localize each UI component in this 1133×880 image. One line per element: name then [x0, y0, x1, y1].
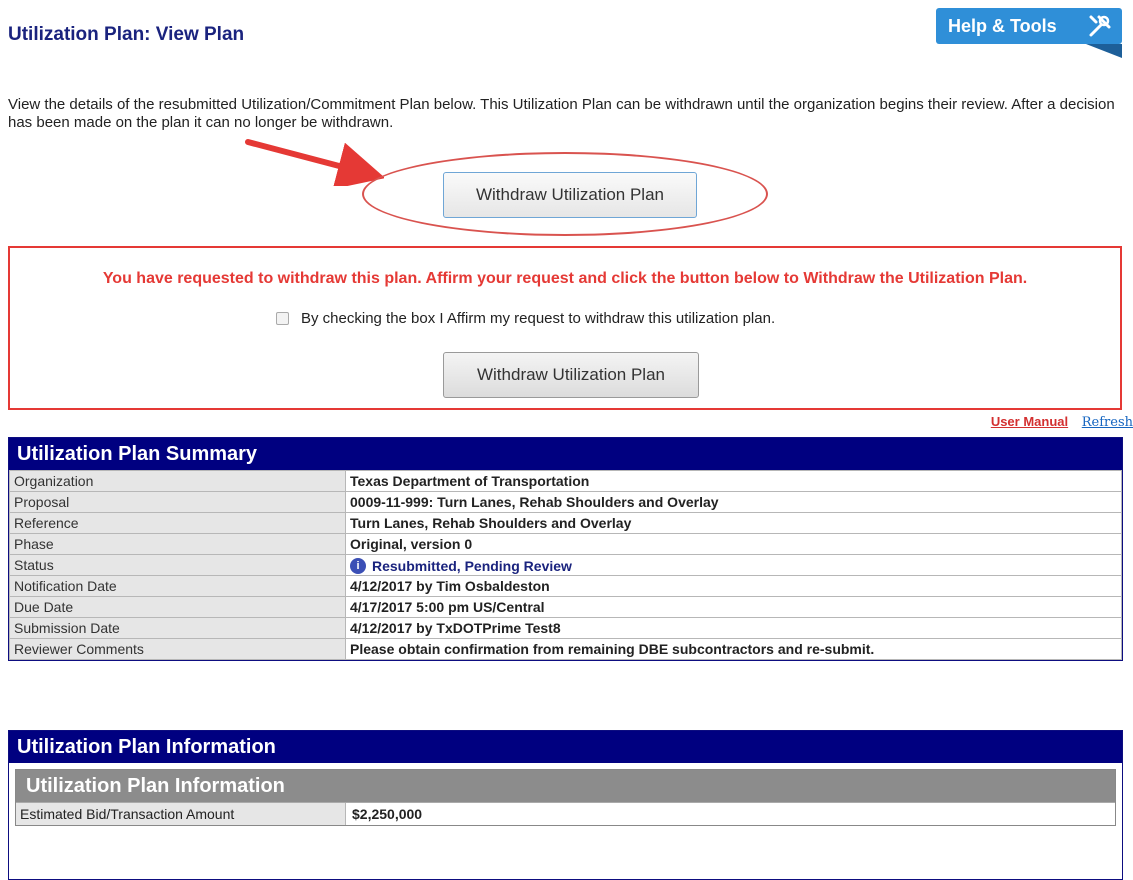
- summary-label: Status: [9, 554, 346, 576]
- summary-label: Organization: [9, 470, 346, 492]
- summary-panel: Utilization Plan Summary Organization Te…: [8, 437, 1123, 661]
- information-sub-panel: Utilization Plan Information Estimated B…: [15, 769, 1116, 826]
- summary-label: Due Date: [9, 596, 346, 618]
- summary-value: Turn Lanes, Rehab Shoulders and Overlay: [345, 512, 1122, 534]
- summary-value: 4/12/2017 by TxDOTPrime Test8: [345, 617, 1122, 639]
- table-row: Notification Date 4/12/2017 by Tim Osbal…: [9, 575, 1122, 597]
- confirm-message: You have requested to withdraw this plan…: [102, 270, 1028, 287]
- summary-label: Phase: [9, 533, 346, 555]
- table-row: Proposal 0009-11-999: Turn Lanes, Rehab …: [9, 491, 1122, 513]
- intro-text: View the details of the resubmitted Util…: [8, 96, 1115, 131]
- table-row: Reference Turn Lanes, Rehab Shoulders an…: [9, 512, 1122, 534]
- table-row: Estimated Bid/Transaction Amount $2,250,…: [16, 802, 1115, 825]
- help-tools-label: Help & Tools: [948, 15, 1057, 36]
- table-row: Submission Date 4/12/2017 by TxDOTPrime …: [9, 617, 1122, 639]
- summary-value: 4/17/2017 5:00 pm US/Central: [345, 596, 1122, 618]
- summary-value: Texas Department of Transportation: [345, 470, 1122, 492]
- information-title: Utilization Plan Information: [9, 731, 1122, 763]
- status-link[interactable]: i Resubmitted, Pending Review: [350, 558, 572, 574]
- summary-value: Please obtain confirmation from remainin…: [345, 638, 1122, 660]
- withdraw-confirm-panel: You have requested to withdraw this plan…: [8, 246, 1122, 410]
- summary-label: Notification Date: [9, 575, 346, 597]
- help-tab-fold: [1086, 44, 1122, 58]
- help-tools-button[interactable]: Help & Tools: [936, 8, 1122, 58]
- affirm-row[interactable]: By checking the box I Affirm my request …: [276, 310, 775, 327]
- table-row: Phase Original, version 0: [9, 533, 1122, 555]
- summary-label: Submission Date: [9, 617, 346, 639]
- affirm-checkbox[interactable]: [276, 312, 289, 325]
- status-value: Resubmitted, Pending Review: [372, 558, 572, 574]
- information-sub-title: Utilization Plan Information: [16, 770, 1115, 802]
- summary-value: 4/12/2017 by Tim Osbaldeston: [345, 575, 1122, 597]
- summary-value: Original, version 0: [345, 533, 1122, 555]
- summary-title: Utilization Plan Summary: [9, 438, 1122, 470]
- summary-label: Reviewer Comments: [9, 638, 346, 660]
- withdraw-plan-button[interactable]: Withdraw Utilization Plan: [443, 172, 697, 218]
- affirm-label: By checking the box I Affirm my request …: [301, 310, 776, 327]
- table-row: Organization Texas Department of Transpo…: [9, 470, 1122, 492]
- table-row: Due Date 4/17/2017 5:00 pm US/Central: [9, 596, 1122, 618]
- page-links: User Manual Refresh: [991, 414, 1133, 430]
- summary-label: Reference: [9, 512, 346, 534]
- status-cell: i Resubmitted, Pending Review: [345, 554, 1122, 576]
- user-manual-link[interactable]: User Manual: [991, 414, 1068, 429]
- page-title: Utilization Plan: View Plan: [8, 24, 245, 45]
- table-row: Status i Resubmitted, Pending Review: [9, 554, 1122, 576]
- arrow-annotation: [245, 139, 384, 186]
- confirm-withdraw-button[interactable]: Withdraw Utilization Plan: [443, 352, 699, 398]
- summary-table: Organization Texas Department of Transpo…: [9, 470, 1122, 660]
- info-icon: i: [350, 558, 366, 574]
- tools-icon: [1089, 15, 1111, 37]
- table-row: Reviewer Comments Please obtain confirma…: [9, 638, 1122, 660]
- information-label: Estimated Bid/Transaction Amount: [16, 803, 346, 825]
- refresh-link[interactable]: Refresh: [1082, 415, 1133, 430]
- information-panel: Utilization Plan Information Utilization…: [8, 730, 1123, 880]
- summary-value: 0009-11-999: Turn Lanes, Rehab Shoulders…: [345, 491, 1122, 513]
- information-value: $2,250,000: [352, 806, 423, 822]
- summary-label: Proposal: [9, 491, 346, 513]
